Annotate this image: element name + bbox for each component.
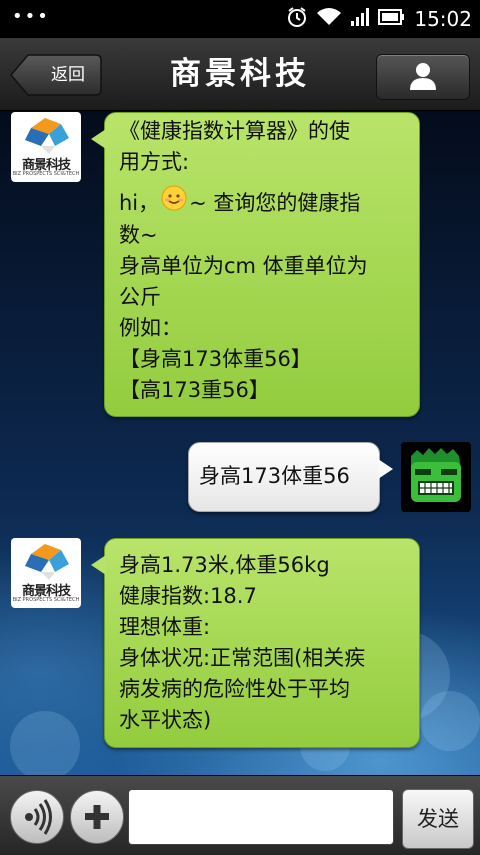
chat-area[interactable]: 商景科技 BIZ PROSPECTS SCI&TECH 《健康指数计算器》的使 …: [0, 111, 480, 775]
hulk-face-icon: [401, 442, 471, 512]
message-line: 例如：: [119, 315, 182, 340]
status-bar: ••• 15:02: [0, 0, 480, 38]
message-line: 数~: [119, 222, 158, 247]
message-line: 身高1.73米,体重56kg: [119, 553, 330, 577]
title-bar: 返回 商景科技: [0, 38, 480, 111]
message-line: 【身高173体重56】: [119, 346, 312, 371]
back-label: 返回: [51, 65, 85, 85]
voice-icon: [25, 799, 52, 835]
send-button[interactable]: 发送: [402, 789, 474, 849]
back-button[interactable]: 返回: [10, 54, 102, 96]
smile-emoji-icon: [161, 185, 187, 220]
message-line: 身高单位为cm 体重单位为: [119, 253, 368, 278]
message-line: 用方式:: [119, 150, 190, 174]
page-title: 商景科技: [170, 56, 310, 92]
message-bubble-user[interactable]: 身高173体重56: [188, 442, 393, 512]
message-line: hi， ~ 查询您的健康指: [119, 185, 368, 220]
add-button[interactable]: [70, 790, 124, 844]
company-avatar-subtext: BIZ PROSPECTS SCI&TECH: [12, 597, 80, 603]
message-line: 水平状态): [119, 708, 212, 732]
status-time: 15:02: [414, 7, 472, 31]
company-avatar-subtext: BIZ PROSPECTS SCI&TECH: [12, 171, 80, 177]
voice-button[interactable]: [10, 790, 64, 844]
message-line: 身体状况:正常范围(相关疾: [119, 646, 366, 670]
message-line: 《健康指数计算器》的使: [119, 119, 350, 143]
wifi-icon: [316, 7, 342, 31]
message-bubble-result[interactable]: 身高1.73米,体重56kg 健康指数:18.7 理想体重: 身体状况:正常范围…: [91, 538, 420, 748]
plus-icon: [85, 805, 109, 829]
message-line: 健康指数:18.7: [119, 584, 257, 608]
company-avatar[interactable]: 商景科技 BIZ PROSPECTS SCI&TECH: [11, 112, 81, 182]
message-line: 病发病的危险性处于平均: [119, 677, 350, 701]
message-line: 理想体重:: [119, 615, 211, 639]
signal-icon: [350, 7, 370, 31]
alarm-icon: [286, 6, 308, 32]
message-line: 身高173体重56: [199, 464, 350, 488]
user-avatar[interactable]: [401, 442, 471, 512]
profile-button[interactable]: [376, 54, 470, 100]
notification-dots-icon: •••: [12, 6, 50, 27]
company-avatar[interactable]: 商景科技 BIZ PROSPECTS SCI&TECH: [11, 538, 81, 608]
person-icon: [410, 63, 436, 90]
battery-icon: [378, 8, 406, 30]
message-line: 【高173重56】: [119, 377, 270, 402]
message-input[interactable]: [128, 789, 394, 845]
message-bubble-usage[interactable]: 《健康指数计算器》的使 用方式: hi， ~ 查询您的健康指 数~ 身高单位为cm…: [91, 112, 420, 417]
message-line: 公斤: [119, 284, 161, 309]
input-bar: 发送: [0, 775, 480, 855]
